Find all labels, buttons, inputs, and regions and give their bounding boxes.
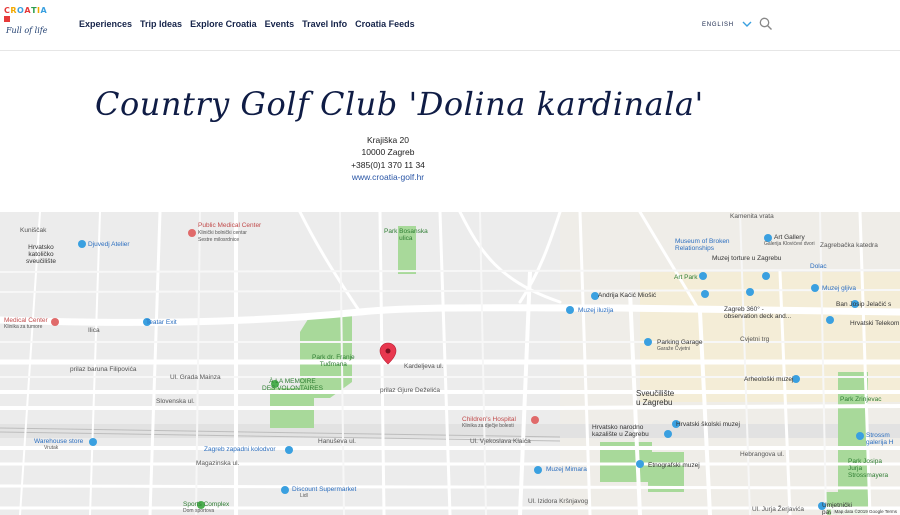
map-label: Ul. Jurja Žerjavića <box>752 506 805 513</box>
map-label: Lidl <box>300 493 308 499</box>
postal-city: 10000 Zagreb <box>361 147 415 158</box>
map-label: Zagreb 360° - observation deck and... <box>724 306 792 320</box>
map-label: Slovenska ul. <box>156 398 195 405</box>
phone-number[interactable]: +385(0)1 370 11 34 <box>0 159 776 171</box>
map-label: Muzej Mimara <box>546 466 587 473</box>
map-label: Strossm galerija H <box>866 432 894 446</box>
main-nav: Experiences Trip Ideas Explore Croatia E… <box>79 19 423 29</box>
map-label: Ul. Izidora Kršnjavog <box>528 498 588 505</box>
map-label: Art Park <box>674 274 698 281</box>
map-label: Kuniščak <box>20 227 47 234</box>
map-label: Muzej torture u Zagrebu <box>712 255 782 262</box>
map-label: Parking Garage <box>657 339 703 346</box>
nav-experiences[interactable]: Experiences <box>79 19 132 29</box>
map-label: Hrvatski Telekom <box>850 320 900 327</box>
street-address: Krajiška 20 <box>366 135 410 145</box>
map-label: Hrvatsko katoličko sveučilište <box>26 244 56 265</box>
map-label: Andrija Kačić Miošić <box>598 292 657 299</box>
nav-croatia-feeds[interactable]: Croatia Feeds <box>355 19 415 29</box>
map-label: Kamenita vrata <box>730 213 774 220</box>
map-label: Etnografski muzej <box>648 462 700 469</box>
map-label: Galerija Klovićevi dvori <box>764 241 815 247</box>
map-label: Arheološki muzej <box>744 376 794 383</box>
language-selector[interactable]: ENGLISH <box>702 21 752 28</box>
map-label: prilaz baruna Filipovića <box>70 366 137 373</box>
site-header: CROATIA Full of life Experiences Trip Id… <box>0 0 900 51</box>
map-label: Dolac <box>810 263 827 270</box>
map-label: Park dr. Franje Tuđmana <box>312 354 355 368</box>
map[interactable]: Kuniščak Hrvatsko katoličko sveučilište … <box>0 212 900 515</box>
map-label: Klinika za tumore <box>4 324 43 330</box>
map-label: Muzej iluzija <box>578 307 614 314</box>
map-label: Ban Josip Jelačić s <box>836 301 892 308</box>
map-label: Park Bosanska ulica <box>384 228 428 242</box>
map-label: Hebrangova ul. <box>740 451 785 458</box>
map-label: Sports Complex <box>183 501 230 508</box>
address-block: Krajiška 20 10000 Zagreb +385(0)1 370 11… <box>0 134 776 183</box>
map-label: Discount Supermarket <box>292 486 357 493</box>
map-label: Cvjetni trg <box>740 336 770 343</box>
map-label: Klinički bolnički centar Sestre milosrdn… <box>198 230 247 243</box>
page-title: Country Golf Club 'Dolina kardinala' <box>95 85 704 124</box>
nav-trip-ideas[interactable]: Trip Ideas <box>140 19 182 29</box>
map-label: Garaže Cvjetni <box>657 346 691 352</box>
logo-wordmark: CROATIA <box>4 6 48 15</box>
map-label: Warehouse store <box>34 438 84 445</box>
map-label: Teatar Exit <box>146 319 177 326</box>
map-attribution[interactable]: Map data ©2019 Google Terms <box>831 508 900 515</box>
search-icon[interactable] <box>759 17 773 31</box>
croatia-logo[interactable]: CROATIA Full of life <box>4 6 48 44</box>
map-label: Sveučilište u Zagrebu <box>636 389 675 407</box>
map-label: Children's Hospital <box>462 416 516 423</box>
map-label: Zagreb zapadni kolodvor <box>204 446 276 453</box>
map-label: Medical Center <box>4 317 48 324</box>
website-link[interactable]: www.croatia-golf.hr <box>0 171 776 183</box>
checker-icon <box>4 16 10 22</box>
map-label: Park Zrinjevac <box>840 396 882 403</box>
map-label: Magazinska ul. <box>196 460 240 467</box>
map-label: Dom sportova <box>183 508 215 514</box>
logo-tagline: Full of life <box>6 26 48 35</box>
map-label: Hrvatsko narodno kazalište u Zagrebu <box>592 424 649 438</box>
map-label: Ilica <box>88 327 100 334</box>
nav-explore-croatia[interactable]: Explore Croatia <box>190 19 257 29</box>
map-label: Ul. Vjekoslava Klaića <box>470 438 531 445</box>
map-label: Hanuševa ul. <box>318 438 356 445</box>
map-label: Museum of Broken Relationships <box>675 238 730 252</box>
map-label: prilaz Gjure Deželića <box>380 387 440 394</box>
map-label: À LA MEMOIRE DES VOLONTAIRES <box>262 378 323 392</box>
chevron-down-icon <box>742 21 752 27</box>
map-label: Djuvedj Atelier <box>88 241 130 248</box>
nav-travel-info[interactable]: Travel Info <box>302 19 347 29</box>
map-label: Park Josipa Jurja Strossmayera <box>848 458 889 479</box>
map-label: Vrutak <box>44 445 59 451</box>
map-label: Kardeljeva ul. <box>404 363 444 370</box>
language-label: ENGLISH <box>702 21 734 28</box>
map-label: Art Gallery <box>774 234 805 241</box>
map-label: Hrvatski školski muzej <box>676 421 740 428</box>
nav-events[interactable]: Events <box>265 19 295 29</box>
map-label: Ul. Grada Mainza <box>170 374 221 381</box>
map-label: Muzej gljiva <box>822 285 856 292</box>
map-label: Klinika za dječje bolesti <box>462 423 514 429</box>
map-label: Public Medical Center <box>198 222 262 229</box>
map-label: Zagrebačka katedra <box>820 242 878 249</box>
